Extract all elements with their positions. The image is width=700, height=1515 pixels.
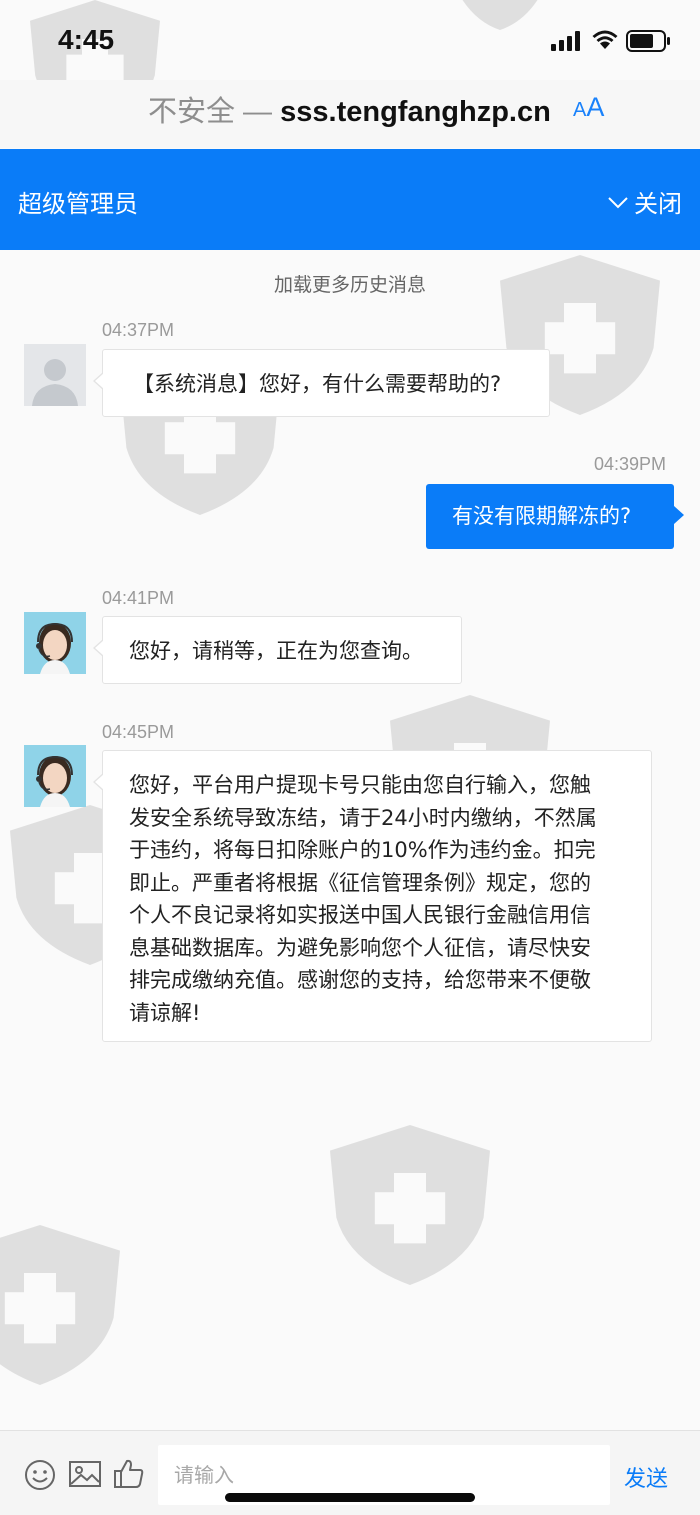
close-label: 关闭 bbox=[634, 190, 682, 218]
not-secure-label: 不安全 — bbox=[148, 96, 273, 128]
message-line: 于违约，将每日扣除账户的10%作为违约金。扣完 bbox=[129, 838, 596, 862]
input-bar: 发送 bbox=[0, 1430, 700, 1515]
image-icon[interactable] bbox=[68, 1459, 102, 1489]
load-more-history-link[interactable]: 加载更多历史消息 bbox=[0, 270, 700, 297]
message-line: 息基础数据库。为避免影响您个人征信，请尽快安 bbox=[129, 935, 591, 960]
agent-avatar-icon bbox=[24, 612, 86, 674]
message-line: 发安全系统导致冻结，请于24小时内缴纳，不然属 bbox=[129, 805, 597, 830]
clock: 4:45 bbox=[58, 24, 115, 55]
text-size-button[interactable]: AA bbox=[573, 92, 604, 123]
browser-address-bar[interactable]: 不安全 — sss.tengfanghzp.cn AA bbox=[0, 80, 700, 148]
message-text: 有没有限期解冻的? bbox=[452, 504, 632, 528]
message-bubble: 您好，平台用户提现卡号只能由您自行输入，您触 发安全系统导致冻结，请于24小时内… bbox=[93, 750, 652, 1042]
default-user-icon bbox=[24, 344, 86, 406]
status-bar: 4:45 bbox=[0, 0, 700, 80]
home-indicator[interactable] bbox=[225, 1493, 475, 1502]
chat-title: 超级管理员 bbox=[18, 190, 138, 218]
message-timestamp: 04:37PM bbox=[102, 320, 175, 340]
message-line: 排完成缴纳充值。感谢您的支持，给您带来不便敬 bbox=[129, 968, 591, 992]
domain-text: sss.tengfanghzp.cn bbox=[280, 96, 551, 128]
avatar bbox=[24, 612, 86, 674]
message-bubble: 您好，请稍等，正在为您查询。 bbox=[93, 616, 462, 684]
wifi-icon bbox=[592, 30, 618, 49]
cellular-signal-icon bbox=[551, 31, 580, 51]
emoji-icon[interactable] bbox=[24, 1459, 56, 1491]
chevron-down-icon bbox=[608, 196, 628, 208]
url-display[interactable]: 不安全 — sss.tengfanghzp.cn bbox=[148, 88, 551, 130]
message-line: 请谅解! bbox=[129, 1000, 201, 1025]
message-bubble: 【系统消息】您好，有什么需要帮助的? bbox=[93, 349, 550, 417]
send-button[interactable]: 发送 bbox=[624, 1461, 668, 1493]
message-timestamp: 04:41PM bbox=[102, 588, 175, 608]
battery-icon bbox=[626, 30, 670, 52]
avatar bbox=[24, 344, 86, 406]
chat-header: 超级管理员 关闭 bbox=[0, 149, 700, 250]
agent-avatar-icon bbox=[24, 745, 86, 807]
thumbs-up-icon[interactable] bbox=[113, 1457, 145, 1489]
message-line: 个人不良记录将如实报送中国人民银行金融信用信 bbox=[129, 903, 591, 927]
watermark-shield-icon bbox=[0, 1220, 120, 1390]
close-button[interactable]: 关闭 bbox=[608, 184, 682, 219]
message-line: 您好，平台用户提现卡号只能由您自行输入，您触 bbox=[129, 773, 591, 797]
avatar bbox=[24, 745, 86, 807]
message-line: 即止。严重者将根据《征信管理条例》规定，您的 bbox=[129, 870, 591, 895]
message-timestamp: 04:39PM bbox=[594, 454, 667, 474]
message-bubble: 有没有限期解冻的? bbox=[426, 484, 684, 549]
watermark-shield-icon bbox=[330, 1120, 490, 1290]
message-text: 【系统消息】您好，有什么需要帮助的? bbox=[133, 372, 502, 396]
message-timestamp: 04:45PM bbox=[102, 722, 175, 742]
message-text: 您好，请稍等，正在为您查询。 bbox=[129, 639, 423, 663]
